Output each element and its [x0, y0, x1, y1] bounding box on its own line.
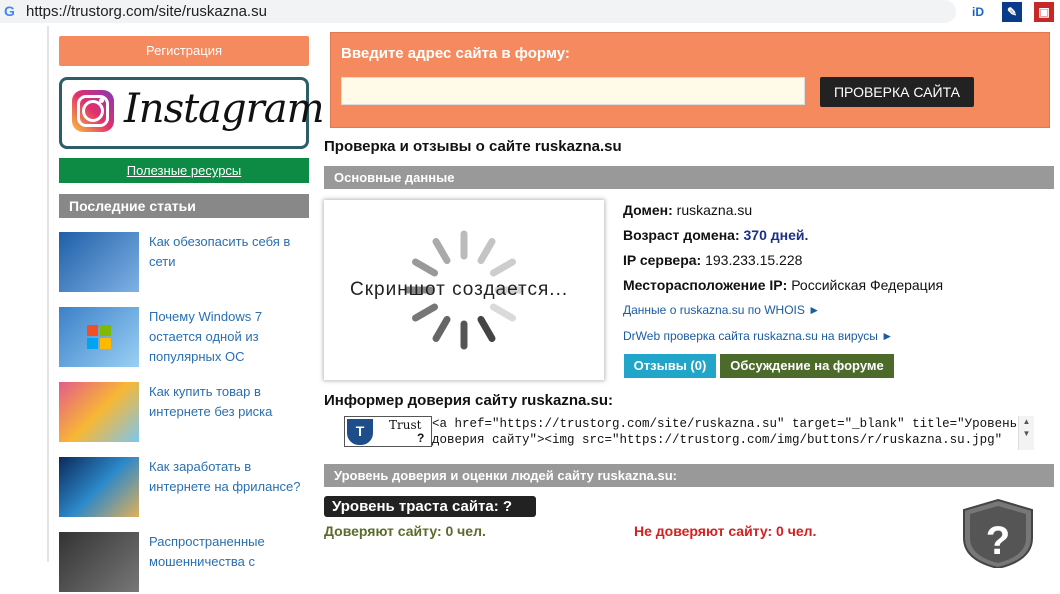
domain-label: Домен: — [623, 202, 673, 218]
trust-level-badge: Уровень траста сайта: ? — [324, 496, 536, 517]
age-row: Возраст домена: 370 дней. — [623, 227, 808, 247]
instagram-icon — [72, 90, 114, 132]
scroll-up-icon[interactable]: ▲ — [1019, 416, 1034, 428]
ip-value: 193.233.15.228 — [705, 252, 803, 268]
question-shield-icon: ? — [963, 498, 1033, 568]
trust-yes-count: Доверяют сайту: 0 чел. — [324, 523, 486, 539]
ip-label: IP сервера: — [623, 252, 702, 268]
main-data-heading: Основные данные — [324, 166, 1054, 189]
pen-extension-icon[interactable]: ✎ — [1002, 2, 1022, 22]
article-item[interactable]: Распространенные мошенничества с — [59, 532, 309, 594]
informer-heading: Информер доверия сайту ruskazna.su: — [324, 392, 614, 409]
domain-value: ruskazna.su — [676, 202, 753, 218]
code-line: <a href="https://trustorg.com/site/ruska… — [432, 417, 1018, 431]
browser-address-bar: G https://trustorg.com/site/ruskazna.su … — [0, 0, 1060, 26]
badge-mark: ? — [417, 431, 425, 445]
article-thumbnail[interactable] — [59, 382, 139, 442]
trust-badge-preview[interactable]: T Trust ? — [344, 416, 432, 447]
article-title[interactable]: Распространенные мошенничества с — [149, 532, 309, 572]
code-line: доверия сайту"><img src="https://trustor… — [432, 433, 1003, 447]
article-item[interactable]: Как заработать в интернете на фрилансе? — [59, 457, 309, 519]
badge-word: Trust — [389, 418, 422, 432]
article-title[interactable]: Как обезопасить себя в сети — [149, 232, 309, 272]
form-label: Введите адрес сайта в форму: — [341, 45, 570, 62]
page-title: Проверка и отзывы о сайте ruskazna.su — [324, 138, 622, 155]
article-thumbnail[interactable] — [59, 457, 139, 517]
article-title[interactable]: Почему Windows 7 остается одной из попул… — [149, 307, 309, 367]
latest-articles-heading: Последние статьи — [59, 194, 309, 218]
useful-resources-button[interactable]: Полезные ресурсы — [59, 158, 309, 183]
id-extension-icon[interactable]: iD — [968, 2, 988, 22]
domain-row: Домен: ruskazna.su — [623, 202, 752, 222]
article-item[interactable]: Почему Windows 7 остается одной из попул… — [59, 307, 309, 369]
trust-no-count: Не доверяют сайту: 0 чел. — [634, 523, 817, 539]
screenshot-caption: Скриншот создается... — [350, 279, 569, 300]
article-thumbnail[interactable] — [59, 532, 139, 592]
forum-discussion-button[interactable]: Обсуждение на форуме — [720, 354, 894, 378]
url-text[interactable]: https://trustorg.com/site/ruskazna.su — [26, 3, 267, 20]
reviews-button[interactable]: Отзывы (0) — [624, 354, 716, 378]
site-check-form: Введите адрес сайта в форму: ПРОВЕРКА СА… — [330, 32, 1050, 128]
informer-code-textarea[interactable]: <a href="https://trustorg.com/site/ruska… — [432, 416, 1034, 450]
age-label: Возраст домена: — [623, 227, 740, 243]
instagram-banner[interactable]: Instagram — [59, 77, 325, 149]
shield-icon: T — [347, 419, 373, 445]
scroll-down-icon[interactable]: ▼ — [1019, 428, 1034, 440]
location-label: Месторасположение IP: — [623, 277, 788, 293]
gift-extension-icon[interactable]: ▣ — [1034, 2, 1054, 22]
instagram-wordmark: Instagram — [124, 86, 325, 132]
age-value: 370 дней. — [743, 227, 809, 243]
article-item[interactable]: Как обезопасить себя в сети — [59, 232, 309, 294]
drweb-link[interactable]: DrWeb проверка сайта ruskazna.su на виру… — [623, 329, 893, 349]
article-thumbnail[interactable] — [59, 307, 139, 367]
windows-logo-icon — [87, 325, 111, 349]
trust-section-heading: Уровень доверия и оценки людей сайту rus… — [324, 464, 1054, 487]
article-title[interactable]: Как заработать в интернете на фрилансе? — [149, 457, 309, 497]
check-site-button[interactable]: ПРОВЕРКА САЙТА — [820, 77, 974, 107]
code-scrollbar[interactable]: ▲ ▼ — [1018, 416, 1034, 450]
page-left-border — [47, 26, 49, 562]
register-button[interactable]: Регистрация — [59, 36, 309, 66]
url-field[interactable]: G https://trustorg.com/site/ruskazna.su — [0, 0, 956, 23]
article-item[interactable]: Как купить товар в интернете без риска — [59, 382, 309, 444]
article-title[interactable]: Как купить товар в интернете без риска — [149, 382, 309, 422]
site-screenshot-placeholder: Скриншот создается... — [324, 200, 604, 380]
article-thumbnail[interactable] — [59, 232, 139, 292]
whois-link[interactable]: Данные о ruskazna.su по WHOIS ► — [623, 303, 820, 323]
svg-text:?: ? — [986, 519, 1010, 563]
site-address-input[interactable] — [341, 77, 805, 105]
location-value: Российская Федерация — [791, 277, 944, 293]
location-row: Месторасположение IP: Российская Федерац… — [623, 277, 943, 297]
ip-row: IP сервера: 193.233.15.228 — [623, 252, 802, 272]
google-icon: G — [4, 3, 15, 19]
